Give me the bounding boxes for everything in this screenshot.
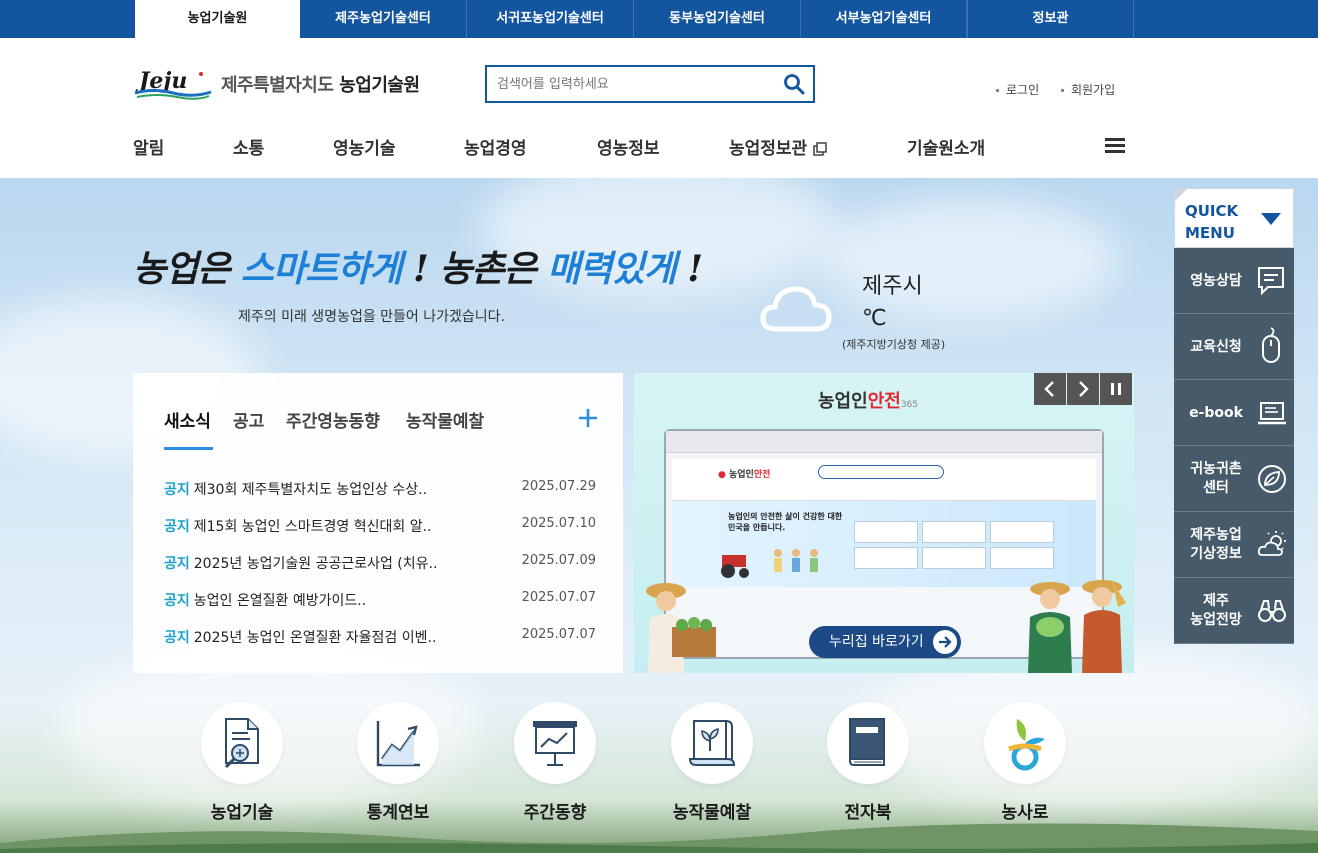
quick-education-apply[interactable]: 교육신청 xyxy=(1174,314,1294,380)
hamburger-menu-icon[interactable] xyxy=(1105,138,1125,154)
chart-icon xyxy=(376,721,420,767)
service-statistics[interactable]: 통계연보 xyxy=(333,702,463,823)
external-link-icon xyxy=(813,142,827,156)
service-label: 통계연보 xyxy=(366,803,430,823)
search-box xyxy=(485,65,815,103)
go-to-website-button[interactable]: 누리집 바로가기 xyxy=(809,626,961,658)
next-slide-button[interactable] xyxy=(1067,373,1099,405)
chevron-right-icon xyxy=(1079,381,1089,397)
plus-icon[interactable] xyxy=(577,407,599,429)
tab-info-hall[interactable]: 정보관 xyxy=(967,0,1134,38)
site-name-prefix: 제주특별자치도 xyxy=(221,75,334,96)
tab-jeju-center[interactable]: 제주농업기술센터 xyxy=(300,0,467,38)
tab-agri-tech-institute[interactable]: 농업기술원 xyxy=(135,0,300,38)
list-item[interactable]: 공지 2025년 농업기술원 공공근로사업 (치유.. 2025.07.09 xyxy=(164,553,596,573)
service-label: 전자북 xyxy=(844,803,892,823)
quick-ebook[interactable]: e-book xyxy=(1174,380,1294,446)
tab-weekly-trend[interactable]: 주간영농동향 xyxy=(286,407,380,432)
arrow-right-icon xyxy=(933,630,957,654)
weather-source: (제주지방기상청 제공) xyxy=(842,338,946,351)
jeju-logo[interactable]: Jeju xyxy=(133,66,213,100)
header: Jeju 제주특별자치도 농업기술원 로그인 회원가입 알림 소통 영농기술 농… xyxy=(0,38,1318,178)
slogan-subtitle: 제주의 미래 생명농업을 만들어 나가겠습니다. xyxy=(238,309,505,325)
farmer-illustration xyxy=(646,583,716,673)
site-name-main: 농업기술원 xyxy=(339,75,420,96)
preview-hero-text: 농업인의 안전한 삶이 건강한 대한민국을 만듭니다. xyxy=(728,512,843,532)
presentation-icon xyxy=(533,721,577,766)
pause-icon xyxy=(1111,383,1121,395)
farmers-illustration xyxy=(1028,580,1126,673)
gnb-farming-tech[interactable]: 영농기술 xyxy=(333,134,396,159)
prev-slide-button[interactable] xyxy=(1034,373,1066,405)
gnb-farm-management[interactable]: 농업경영 xyxy=(464,134,527,159)
caret-down-icon xyxy=(1261,213,1281,225)
pause-slide-button[interactable] xyxy=(1100,373,1132,405)
go-to-website-label: 누리집 바로가기 xyxy=(829,634,924,650)
gnb-agri-info-hall[interactable]: 농업정보관 xyxy=(729,134,827,159)
news-panel: 새소식 공고 주간영농동향 농작물예찰 공지 제30회 제주특별자치도 농업인상 … xyxy=(133,373,623,673)
weather-temperature: ℃ xyxy=(862,306,887,331)
list-item[interactable]: 공지 제15회 농업인 스마트경영 혁신대회 알.. 2025.07.10 xyxy=(164,516,596,536)
quick-menu-title-2: MENU xyxy=(1185,224,1235,242)
service-label: 농작물예찰 xyxy=(672,803,752,823)
gnb-notice[interactable]: 알림 xyxy=(133,134,164,159)
site-tab-bar: 농업기술원 제주농업기술센터 서귀포농업기술센터 동부농업기술센터 서부농업기술… xyxy=(0,0,1318,38)
main-visual: 농업은 스마트하게 ! 농촌은 매력있게 ! 제주의 미래 생명농업을 만들어 … xyxy=(0,178,1318,853)
list-item[interactable]: 공지 농업인 온열질환 예방가이드.. 2025.07.07 xyxy=(164,590,596,610)
service-crop-forecast[interactable]: 농작물예찰 xyxy=(647,702,777,823)
book-icon xyxy=(849,718,885,766)
active-tab-indicator xyxy=(164,447,213,450)
chat-icon xyxy=(1258,267,1284,296)
chevron-left-icon xyxy=(1044,381,1054,397)
tab-crop-forecast[interactable]: 농작물예찰 xyxy=(406,407,484,432)
weather-icon xyxy=(1257,531,1286,556)
quick-menu-toggle[interactable]: QUICK MENU xyxy=(1174,188,1294,248)
weather-city: 제주시 xyxy=(862,274,923,299)
list-item[interactable]: 공지 2025년 농업인 온열질환 자율점검 이벤.. 2025.07.07 xyxy=(164,627,596,647)
tab-news[interactable]: 새소식 xyxy=(164,407,211,432)
cloud-icon xyxy=(760,286,832,332)
tab-west-center[interactable]: 서부농업기술센터 xyxy=(801,0,967,38)
mouse-icon xyxy=(1262,327,1280,363)
search-input[interactable] xyxy=(497,67,777,101)
quick-agri-weather[interactable]: 제주농업 기상정보 xyxy=(1174,512,1294,578)
service-ebook[interactable]: 전자북 xyxy=(803,702,933,823)
join-link[interactable]: 회원가입 xyxy=(1061,81,1115,98)
preview-logo: ● 농업인안전 xyxy=(718,470,771,480)
gnb-agri-info-hall-label: 농업정보관 xyxy=(729,139,808,159)
service-label: 농업기술 xyxy=(210,803,274,823)
quick-agri-outlook[interactable]: 제주 농업전망 xyxy=(1174,578,1294,644)
nongsaro-icon xyxy=(1008,719,1045,771)
service-weekly-trend[interactable]: 주간동향 xyxy=(490,702,620,823)
binoculars-icon xyxy=(1258,600,1286,622)
list-item[interactable]: 공지 제30회 제주특별자치도 농업인상 수상.. 2025.07.29 xyxy=(164,479,596,499)
tab-announcement[interactable]: 공고 xyxy=(233,407,264,432)
service-label: 농사로 xyxy=(1001,803,1049,823)
laptop-icon xyxy=(1258,402,1286,425)
tractor-icon xyxy=(721,549,818,578)
document-search-icon xyxy=(224,718,259,769)
slogan: 농업은 스마트하게 ! 농촌은 매력있게 ! xyxy=(133,248,703,290)
service-nongsaro[interactable]: 농사로 xyxy=(960,702,1090,823)
site-name[interactable]: 제주특별자치도 농업기술원 xyxy=(221,71,420,97)
tab-seogwipo-center[interactable]: 서귀포농업기술센터 xyxy=(467,0,634,38)
gnb-communication[interactable]: 소통 xyxy=(233,134,264,159)
search-icon[interactable] xyxy=(783,73,805,95)
service-agri-tech[interactable]: 농업기술 xyxy=(177,702,307,823)
sprout-scroll-icon xyxy=(688,720,736,766)
quick-return-farming-center[interactable]: 귀농귀촌 센터 xyxy=(1174,446,1294,512)
banner-logo: 농업인안전365 xyxy=(818,391,918,412)
quick-menu: QUICK MENU 영농상담 교육신청 e-book 귀농귀촌 센터 제주농업 기… xyxy=(1174,188,1294,644)
leaf-icon xyxy=(1258,465,1286,493)
service-label: 주간동향 xyxy=(523,803,587,823)
gnb-farming-info[interactable]: 영농정보 xyxy=(597,134,660,159)
login-link[interactable]: 로그인 xyxy=(996,81,1039,98)
promo-banner[interactable]: 농업인안전365 ● 농업인안전 농업인의 안전한 삶이 건강한 대한민국을 만… xyxy=(634,373,1134,673)
tab-east-center[interactable]: 동부농업기술센터 xyxy=(634,0,801,38)
quick-farming-consult[interactable]: 영농상담 xyxy=(1174,248,1294,314)
gnb-about[interactable]: 기술원소개 xyxy=(907,134,985,159)
